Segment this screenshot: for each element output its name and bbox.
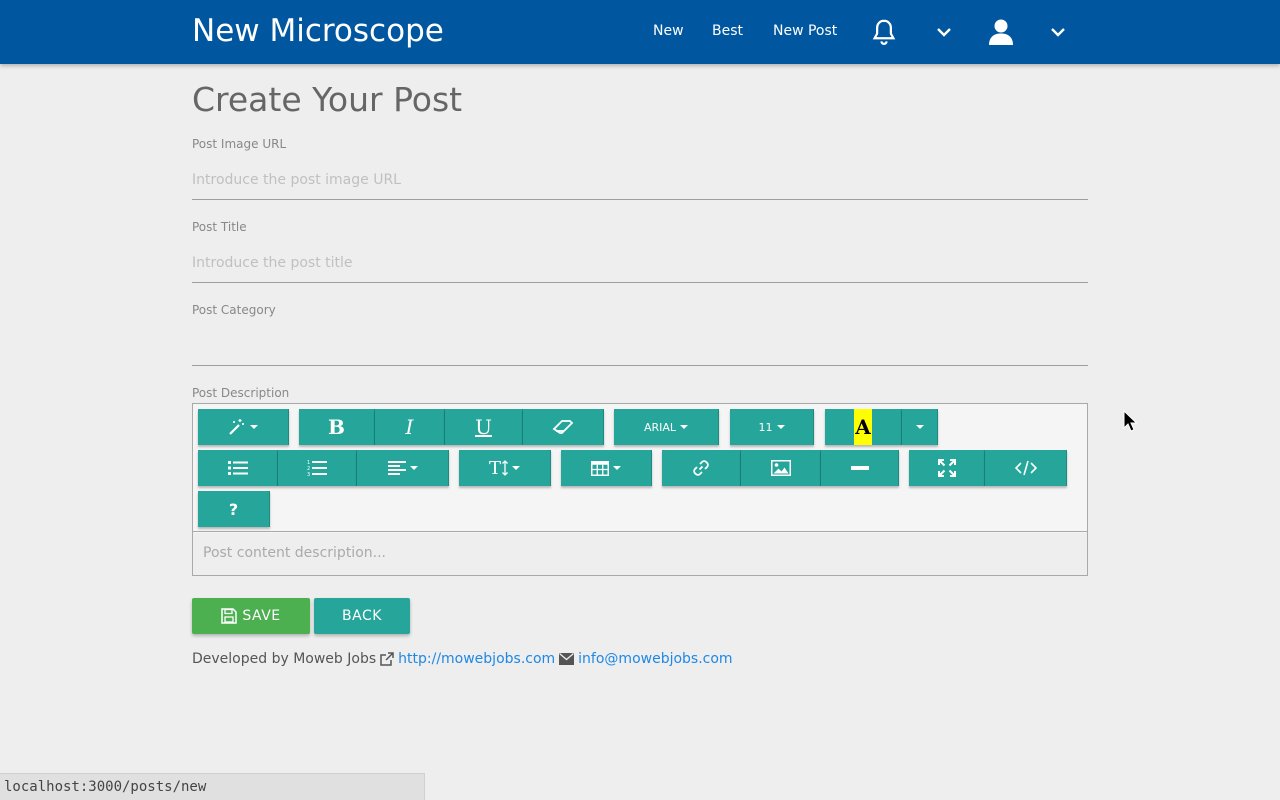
eraser-icon [552, 419, 574, 435]
mouse-cursor-icon [1123, 409, 1138, 437]
nav-link-new[interactable]: New [653, 23, 684, 39]
link-icon [692, 459, 710, 477]
external-link-icon [380, 652, 394, 666]
brand-logo[interactable]: New Microscope [192, 13, 444, 49]
highlight-letter: A [854, 409, 872, 445]
vertical-arrows-icon [502, 460, 508, 476]
numbered-list-icon: 123 [307, 459, 327, 477]
editor-toolbar: B I U ARIAL 11 A 123 T ? [193, 404, 1087, 532]
highlight-color-button[interactable]: A [825, 409, 902, 445]
text-height-label: T [488, 457, 501, 479]
table-icon [591, 460, 609, 476]
color-dropdown-toggle[interactable] [902, 409, 938, 445]
bold-button[interactable]: B [299, 409, 375, 445]
insert-link-button[interactable] [662, 450, 741, 486]
image-icon [770, 460, 791, 476]
style-button[interactable] [198, 409, 289, 445]
rich-text-editor: B I U ARIAL 11 A 123 T ? Post content de… [192, 403, 1088, 576]
post-title-input[interactable] [192, 243, 1088, 283]
minus-icon [850, 465, 869, 471]
paragraph-align-dropdown[interactable] [357, 450, 449, 486]
website-link[interactable]: http://mowebjobs.com [398, 651, 555, 667]
nav-link-new-post[interactable]: New Post [773, 23, 837, 39]
save-label: SAVE [242, 608, 281, 624]
post-title-label: Post Title [192, 220, 247, 234]
email-link[interactable]: info@mowebjobs.com [578, 651, 732, 667]
top-navbar: New Microscope New Best New Post [0, 0, 1280, 64]
code-icon [1014, 460, 1037, 476]
envelope-icon [559, 653, 575, 665]
unordered-list-button[interactable] [198, 450, 278, 486]
nav-link-best[interactable]: Best [712, 23, 743, 39]
developed-by-text: Developed by Moweb Jobs [192, 651, 377, 667]
help-button[interactable]: ? [198, 491, 270, 527]
font-family-dropdown[interactable]: ARIAL [614, 409, 719, 445]
font-size-value: 11 [758, 420, 773, 434]
fullscreen-button[interactable] [909, 450, 985, 486]
chevron-down-icon[interactable] [928, 16, 960, 48]
image-url-label: Post Image URL [192, 137, 287, 151]
code-view-button[interactable] [985, 450, 1067, 486]
bullet-list-icon [227, 460, 248, 476]
horizontal-rule-button[interactable] [821, 450, 899, 486]
expand-icon [937, 459, 956, 477]
post-description-label: Post Description [192, 386, 290, 400]
font-family-value: ARIAL [643, 420, 677, 434]
font-size-dropdown[interactable]: 11 [730, 409, 814, 445]
browser-status-bar: localhost:3000/posts/new [0, 773, 425, 800]
chevron-down-icon[interactable] [1042, 16, 1074, 48]
user-icon[interactable] [985, 16, 1017, 48]
magic-wand-icon [228, 418, 246, 436]
underline-button[interactable]: U [445, 409, 523, 445]
align-left-icon [387, 460, 406, 476]
floppy-disk-icon [221, 608, 238, 624]
svg-text:3: 3 [307, 472, 310, 477]
back-button[interactable]: BACK [314, 598, 410, 634]
bell-icon[interactable] [868, 16, 900, 48]
table-dropdown[interactable] [561, 450, 652, 486]
page-title: Create Your Post [192, 80, 463, 119]
line-height-dropdown[interactable]: T [459, 450, 551, 486]
image-url-input[interactable] [192, 160, 1088, 200]
post-category-label: Post Category [192, 303, 276, 317]
insert-image-button[interactable] [741, 450, 821, 486]
page-footer: Developed by Moweb Jobs http://mowebjobs… [192, 651, 733, 667]
post-content-editable[interactable]: Post content description... [193, 533, 1087, 575]
eraser-button[interactable] [523, 409, 604, 445]
ordered-list-button[interactable]: 123 [278, 450, 357, 486]
post-category-input[interactable] [192, 326, 1088, 366]
italic-button[interactable]: I [375, 409, 445, 445]
save-button[interactable]: SAVE [192, 598, 310, 634]
